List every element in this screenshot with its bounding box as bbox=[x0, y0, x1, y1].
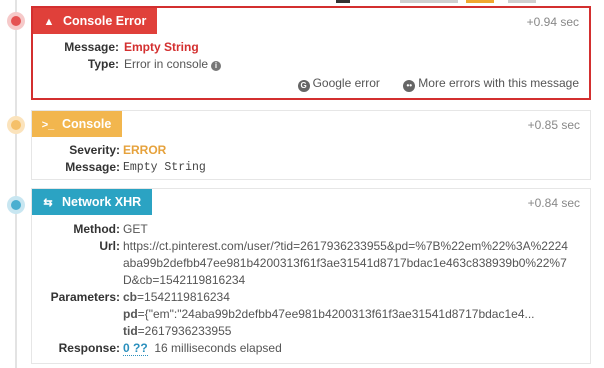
severity-value: ERROR bbox=[123, 143, 167, 157]
param-value: =2617936233955 bbox=[137, 324, 232, 338]
toolbar-stub bbox=[336, 0, 350, 3]
toolbar-stub bbox=[400, 0, 458, 3]
console-card: >_ Console +0.85 sec Severity: ERROR Mess… bbox=[31, 110, 591, 180]
parameters-label: Parameters: bbox=[50, 290, 120, 304]
url-label: Url: bbox=[99, 239, 120, 253]
terminal-icon: >_ bbox=[41, 119, 55, 131]
url-line[interactable]: aba99b2defbb47ee981b4200313f61f3ae31541d… bbox=[123, 255, 567, 272]
message-value: Empty String bbox=[123, 161, 206, 174]
message-row: Message: Empty String bbox=[32, 159, 590, 176]
console-error-badge: ▲ Console Error bbox=[33, 8, 158, 34]
google-error-label: Google error bbox=[312, 76, 380, 90]
network-xhr-card: ⇆ Network XHR +0.84 sec Method: GET Url: … bbox=[31, 188, 591, 364]
param-value: ={"em":"24aba99b2defbb47ee981b4200313f61… bbox=[137, 307, 535, 321]
badge-label: Console Error bbox=[63, 14, 147, 28]
more-errors-label: More errors with this message bbox=[418, 76, 579, 90]
parameters-row: Parameters: cb=1542119816234 bbox=[32, 289, 590, 306]
message-label: Message: bbox=[64, 40, 119, 54]
more-errors-button[interactable]: •• More errors with this message bbox=[403, 76, 579, 92]
warning-icon: ▲ bbox=[43, 16, 55, 28]
response-status-link[interactable]: 0 ?? bbox=[123, 341, 148, 356]
param-key: tid bbox=[123, 324, 138, 338]
response-value: 0 ?? 16 milliseconds elapsed bbox=[123, 340, 282, 357]
toolbar-stub bbox=[508, 0, 536, 3]
param-key: pd bbox=[123, 307, 138, 321]
type-value: Error in console bbox=[124, 57, 209, 71]
parameter-item: pd={"em":"24aba99b2defbb47ee981b4200313f… bbox=[123, 306, 535, 323]
google-icon: G bbox=[297, 80, 310, 92]
elapsed-time: +0.84 sec bbox=[527, 196, 580, 210]
parameter-item: cb=1542119816234 bbox=[123, 289, 230, 306]
exchange-icon: ⇆ bbox=[43, 197, 53, 209]
info-icon[interactable]: i bbox=[211, 61, 222, 71]
console-badge: >_ Console bbox=[32, 111, 123, 137]
response-label: Response: bbox=[58, 341, 120, 355]
elapsed-time: +0.85 sec bbox=[527, 118, 580, 132]
response-elapsed: 16 milliseconds elapsed bbox=[154, 341, 282, 355]
param-key: cb bbox=[123, 290, 138, 304]
parameters-row-continued: pd={"em":"24aba99b2defbb47ee981b4200313f… bbox=[32, 306, 590, 323]
url-line[interactable]: https://ct.pinterest.com/user/?tid=26179… bbox=[123, 238, 568, 255]
method-row: Method: GET bbox=[32, 221, 590, 238]
message-value: Empty String bbox=[124, 40, 199, 54]
parameters-row-continued: tid=2617936233955 bbox=[32, 323, 590, 340]
method-value: GET bbox=[123, 222, 148, 236]
url-row: Url: https://ct.pinterest.com/user/?tid=… bbox=[32, 238, 590, 255]
console-error-card: ▲ Console Error +0.94 sec Message: Empty … bbox=[31, 6, 591, 100]
response-row: Response: 0 ?? 16 milliseconds elapsed bbox=[32, 340, 590, 357]
method-label: Method: bbox=[73, 222, 120, 236]
google-error-button[interactable]: G Google error bbox=[297, 76, 380, 92]
param-value: =1542119816234 bbox=[137, 290, 230, 304]
timeline-dot-network bbox=[7, 196, 25, 214]
elapsed-time: +0.94 sec bbox=[526, 15, 579, 29]
parameter-item: tid=2617936233955 bbox=[123, 323, 231, 340]
timeline-dot-console bbox=[7, 116, 25, 134]
url-row-continued: aba99b2defbb47ee981b4200313f61f3ae31541d… bbox=[32, 255, 590, 272]
network-xhr-badge: ⇆ Network XHR bbox=[32, 189, 153, 215]
timeline-dot-error bbox=[7, 12, 25, 30]
badge-label: Network XHR bbox=[62, 195, 142, 209]
badge-label: Console bbox=[62, 117, 112, 131]
message-row: Message: Empty String bbox=[33, 39, 589, 56]
more-icon: •• bbox=[403, 80, 416, 92]
severity-label: Severity: bbox=[69, 143, 120, 157]
type-label: Type: bbox=[87, 57, 119, 71]
top-toolbar-stubs bbox=[0, 0, 604, 4]
timeline-line bbox=[15, 0, 17, 368]
error-actions: G Google error •• More errors with this me… bbox=[278, 76, 579, 92]
type-row: Type: Error in console i bbox=[33, 56, 589, 73]
toolbar-stub bbox=[466, 0, 494, 3]
url-line[interactable]: D&cb=1542119816234 bbox=[123, 272, 245, 289]
message-label: Message: bbox=[65, 160, 120, 174]
type-value-wrap: Error in console i bbox=[124, 56, 222, 73]
url-row-continued: D&cb=1542119816234 bbox=[32, 272, 590, 289]
severity-row: Severity: ERROR bbox=[32, 142, 590, 159]
